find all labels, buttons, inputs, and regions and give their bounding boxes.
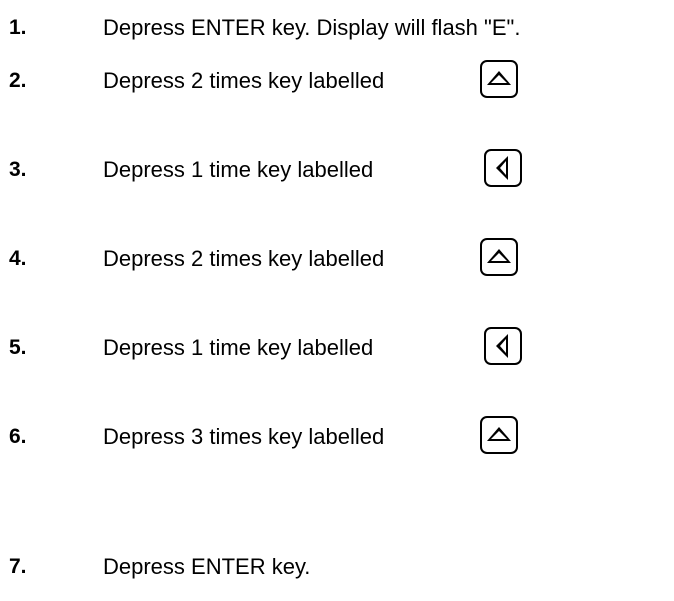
step-4: 4. Depress 2 times key labelled [0,238,674,278]
step-text: Depress 2 times key labelled [103,68,385,93]
up-arrow-key-icon [480,238,518,276]
step-text: Depress 2 times key labelled [103,246,385,271]
step-text: Depress ENTER key. Display will flash "E… [103,15,521,40]
step-text: Depress ENTER key. [103,554,311,579]
left-arrow-key-icon [484,149,522,187]
step-1: 1. Depress ENTER key. Display will flash… [0,7,674,47]
left-arrow-key-icon [484,327,522,365]
step-text: Depress 1 time key labelled [103,157,374,182]
up-arrow-key-icon [480,416,518,454]
step-number: 3. [9,158,27,181]
step-number: 4. [9,247,27,270]
step-5: 5. Depress 1 time key labelled [0,327,674,367]
step-3: 3. Depress 1 time key labelled [0,149,674,189]
step-text: Depress 1 time key labelled [103,335,374,360]
step-number: 1. [9,16,27,39]
step-number: 5. [9,336,27,359]
step-number: 2. [9,69,27,92]
step-text: Depress 3 times key labelled [103,424,385,449]
step-7: 7. Depress ENTER key. [0,546,674,586]
step-number: 7. [9,555,27,578]
step-2: 2. Depress 2 times key labelled [0,60,674,100]
up-arrow-key-icon [480,60,518,98]
step-6: 6. Depress 3 times key labelled [0,416,674,456]
step-number: 6. [9,425,27,448]
